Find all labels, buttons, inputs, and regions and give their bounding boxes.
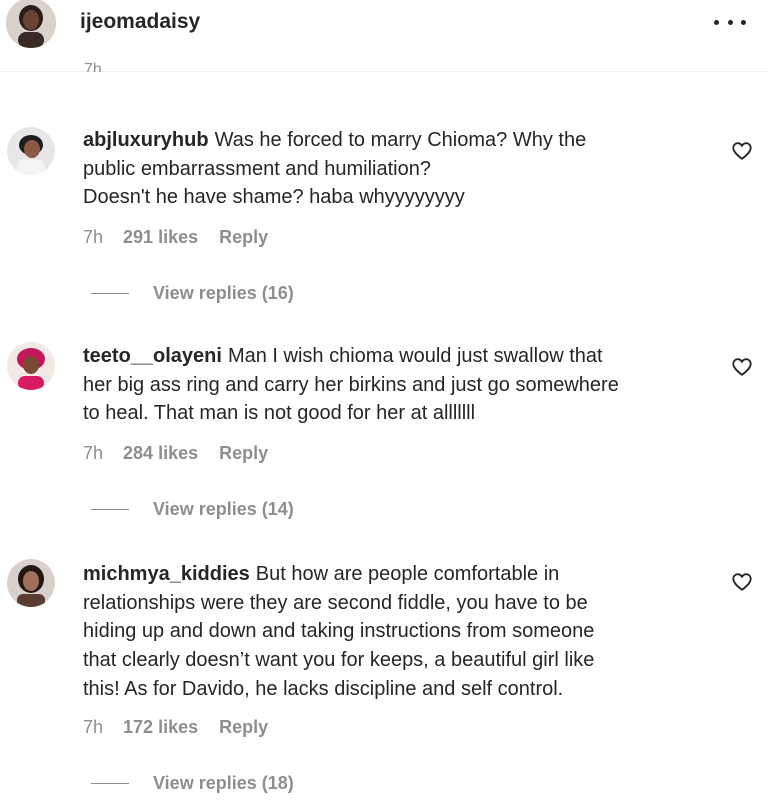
like-count[interactable]: 291 likes: [123, 227, 198, 248]
like-heart-icon[interactable]: [731, 356, 753, 378]
comment-line: that clearly doesn’t want you for keeps,…: [83, 649, 595, 672]
avatar[interactable]: [7, 127, 55, 175]
more-options-icon[interactable]: [714, 14, 746, 30]
comment-line: her big ass ring and carry her birkins a…: [83, 373, 619, 396]
comment-text: teeto__olayeni Man I wish chioma would ju…: [83, 342, 723, 428]
comment-line: this! As for Davido, he lacks discipline…: [83, 677, 564, 700]
comment-line: to heal. That man is not good for her at…: [83, 402, 476, 425]
comment-line: Man I wish chioma would just swallow tha…: [227, 345, 603, 367]
view-replies-label: View replies (14): [153, 499, 294, 519]
view-replies-button[interactable]: View replies (18): [91, 773, 294, 794]
reply-button[interactable]: Reply: [219, 227, 268, 248]
divider: [91, 509, 129, 510]
like-count[interactable]: 172 likes: [123, 717, 198, 738]
comment-username[interactable]: teeto__olayeni: [83, 345, 222, 367]
comment-line: But how are people comfortable in: [255, 563, 560, 585]
comment-text: michmya_kiddies But how are people comfor…: [83, 560, 723, 704]
comment-meta: 7h 284 likes Reply: [83, 443, 268, 464]
view-replies-button[interactable]: View replies (16): [91, 283, 294, 304]
view-replies-label: View replies (18): [153, 773, 294, 793]
comment-timestamp: 7h: [83, 717, 104, 737]
comment-timestamp: 7h: [83, 227, 104, 247]
like-heart-icon[interactable]: [731, 571, 753, 593]
divider: [91, 293, 129, 294]
reply-button[interactable]: Reply: [219, 717, 268, 738]
view-replies-label: View replies (16): [153, 283, 294, 303]
like-heart-icon[interactable]: [731, 140, 753, 162]
comment-username[interactable]: abjluxuryhub: [83, 129, 209, 151]
comment-text: abjluxuryhub Was he forced to marry Chiom…: [83, 126, 723, 212]
comment-line: Doesn't he have shame? haba whyyyyyyyy: [83, 186, 465, 209]
post-author-username[interactable]: ijeomadaisy: [80, 10, 200, 34]
comment-line: Was he forced to marry Chioma? Why the: [214, 129, 587, 151]
comment-timestamp: 7h: [83, 443, 104, 463]
comment-line: hiding up and down and taking instructio…: [83, 620, 595, 643]
avatar[interactable]: [6, 0, 56, 48]
divider: [91, 783, 129, 784]
view-replies-button[interactable]: View replies (14): [91, 499, 294, 520]
clipped-timestamp: 7h: [84, 62, 102, 72]
reply-button[interactable]: Reply: [219, 443, 268, 464]
comment-line: public embarrassment and humiliation?: [83, 157, 431, 180]
avatar[interactable]: [7, 342, 55, 390]
comment-username[interactable]: michmya_kiddies: [83, 563, 250, 585]
avatar[interactable]: [7, 559, 55, 607]
comment-line: relationships were they are second fiddl…: [83, 591, 588, 614]
comment-meta: 7h 291 likes Reply: [83, 227, 268, 248]
like-count[interactable]: 284 likes: [123, 443, 198, 464]
comment-meta: 7h 172 likes Reply: [83, 717, 268, 738]
post-header: ijeomadaisy 7h: [0, 0, 768, 72]
